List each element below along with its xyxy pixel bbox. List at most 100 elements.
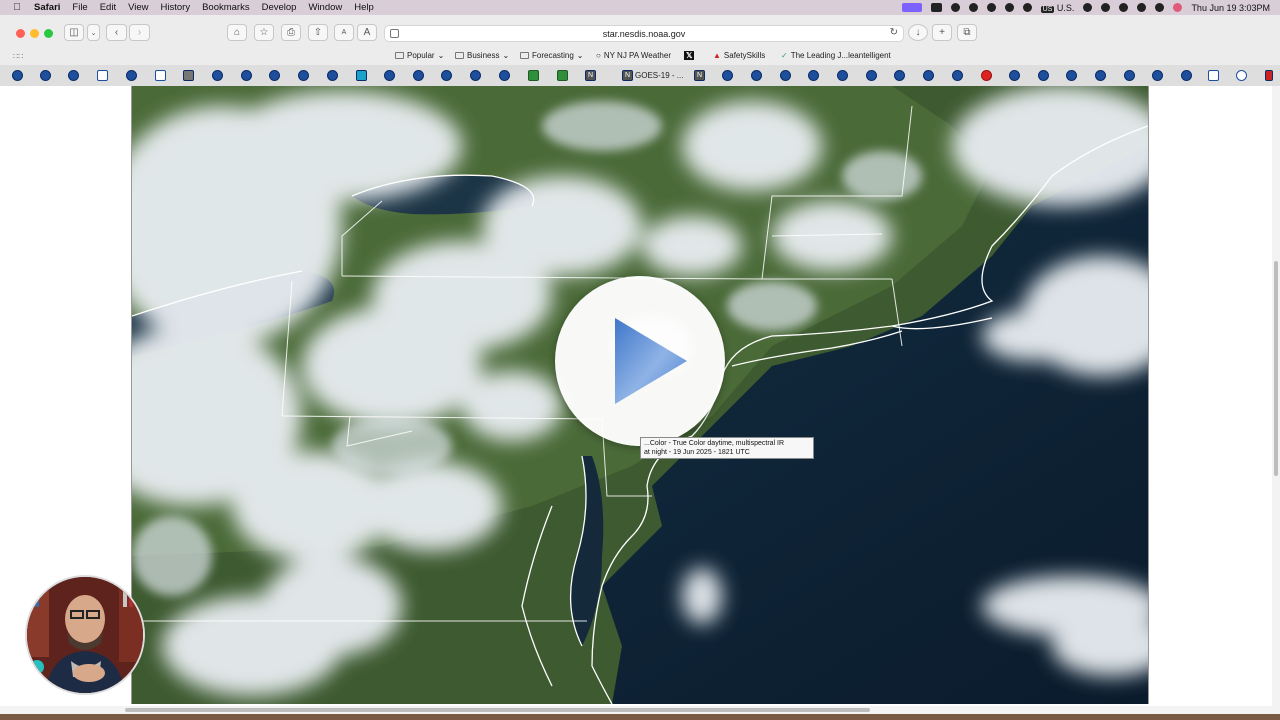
vertical-scroll-thumb[interactable] [1274,261,1278,476]
page-menu-icon[interactable] [390,29,399,38]
horizontal-scrollbar[interactable] [0,706,1280,714]
moon-icon[interactable] [1004,3,1014,12]
camera-icon[interactable] [930,3,942,12]
tab-noaa-icon[interactable] [269,70,280,81]
tab-noaa-icon[interactable] [97,70,108,81]
horizontal-scroll-thumb[interactable] [125,708,870,712]
tab-noaa-icon[interactable] [40,70,51,81]
tab-noaa-icon[interactable] [1066,70,1077,81]
video-play-button[interactable] [555,276,725,446]
tab-noaa-icon[interactable] [12,70,23,81]
tab-noaa-icon[interactable] [1208,70,1219,81]
tab-page-icon[interactable] [183,70,194,81]
favorite-popular[interactable]: Popular ⌄ [395,51,444,60]
forward-button[interactable]: › [129,24,150,41]
close-window-button[interactable] [16,29,25,38]
favorite-business[interactable]: Business ⌄ [455,51,509,60]
tab-sheets-icon[interactable] [528,70,539,81]
tab-noaa-icon[interactable] [1095,70,1106,81]
menu-develop[interactable]: Develop [262,2,306,13]
tab-noaa-icon[interactable] [1181,70,1192,81]
mute-icon[interactable] [1022,3,1032,12]
tab-noaa-icon[interactable] [780,70,791,81]
print-button[interactable]: ⎙ [281,24,301,41]
favorite-safetyskills[interactable]: ▲ SafetySkills [713,51,765,60]
tab-noaa-icon[interactable] [837,70,848,81]
text-smaller-button[interactable]: A [334,24,354,41]
new-tab-button[interactable]: + [932,24,952,41]
menu-history[interactable]: History [161,2,200,13]
screen-record-icon[interactable] [901,3,922,12]
tab-sheets-icon[interactable] [557,70,568,81]
menu-bookmarks[interactable]: Bookmarks [202,2,259,13]
zoom-window-button[interactable] [44,29,53,38]
tab-noaa-icon[interactable] [894,70,905,81]
tab-noaa-icon[interactable] [952,70,963,81]
minimize-window-button[interactable] [30,29,39,38]
siri-icon[interactable] [1173,3,1183,12]
text-larger-button[interactable]: A [357,24,377,41]
menu-clock[interactable]: Thu Jun 19 3:03PM [1191,3,1270,13]
reload-icon[interactable]: ↻ [890,27,898,38]
favorite-ny-nj-pa-weather[interactable]: ○ NY NJ PA Weather [596,51,671,60]
spotlight-icon[interactable] [1137,3,1147,12]
tab-noaa-icon[interactable] [327,70,338,81]
tab-n-icon[interactable]: N [694,70,705,81]
tab-noaa-icon[interactable] [499,70,510,81]
layers-icon[interactable] [986,3,996,12]
gear-status-icon[interactable] [950,3,960,12]
tab-noaa-icon[interactable] [441,70,452,81]
tab-noaa-icon[interactable] [470,70,481,81]
moon-half-icon[interactable] [968,3,978,12]
menu-file[interactable]: File [72,2,96,13]
tab-noaa-icon[interactable] [126,70,137,81]
address-bar[interactable]: star.nesdis.noaa.gov ↻ [384,25,904,42]
input-source[interactable]: US U.S. [1040,3,1074,13]
tab-noaa-icon[interactable] [808,70,819,81]
tab-noaa-icon[interactable] [1009,70,1020,81]
downloads-button[interactable]: ↓ [908,24,928,41]
active-tab-title[interactable]: GOES-19 - ... [635,71,683,80]
tab-noaa-icon[interactable] [212,70,223,81]
bookmark-button[interactable]: ☆ [254,24,274,41]
tab-red-icon[interactable] [981,70,992,81]
sidebar-button[interactable]: ◫ [64,24,84,41]
wifi-icon[interactable] [1101,3,1111,12]
tab-noaa-icon[interactable] [1236,70,1247,81]
tab-group-dropdown[interactable]: ⌄ [87,24,100,41]
home-button[interactable]: ⌂ [227,24,247,41]
favorite-forecasting[interactable]: Forecasting ⌄ [520,51,584,60]
menu-help[interactable]: Help [354,2,383,13]
tab-overflow-icon[interactable] [1265,70,1273,81]
tab-noaa-icon[interactable] [68,70,79,81]
tab-overview-button[interactable]: ⧉ [957,24,977,41]
tab-noaa-icon[interactable] [1124,70,1135,81]
tab-noaa-icon[interactable] [241,70,252,81]
tab-noaa-icon[interactable] [413,70,424,81]
menu-view[interactable]: View [128,2,157,13]
grid-icon[interactable]: ∷∷ [13,52,23,61]
tab-noaa-icon[interactable] [298,70,309,81]
tab-noaa-icon[interactable] [722,70,733,81]
control-center-icon[interactable] [1155,3,1165,12]
menu-window[interactable]: Window [308,2,351,13]
tab-noaa-icon[interactable] [751,70,762,81]
tab-n-icon[interactable]: N [585,70,596,81]
tab-noaa-icon[interactable] [155,70,166,81]
share-button[interactable]: ⇧ [308,24,328,41]
favorite-leading-j[interactable]: ✓ The Leading J...leantelligent [781,51,891,60]
tab-active-n-icon[interactable]: N [622,70,633,81]
tab-noaa-icon[interactable] [1038,70,1049,81]
time-machine-icon[interactable] [1119,3,1129,12]
apple-icon[interactable]:  [0,2,34,13]
vertical-scrollbar[interactable] [1272,86,1280,706]
user-icon[interactable] [1083,3,1093,12]
tab-noaa-icon[interactable] [384,70,395,81]
tab-noaa-icon[interactable] [1152,70,1163,81]
favorite-x[interactable]: 𝕏 [684,51,695,60]
tab-noaa-icon[interactable] [866,70,877,81]
menu-edit[interactable]: Edit [100,2,125,13]
tab-noaa-icon[interactable] [923,70,934,81]
back-button[interactable]: ‹ [106,24,127,41]
menu-app-name[interactable]: Safari [34,2,69,13]
